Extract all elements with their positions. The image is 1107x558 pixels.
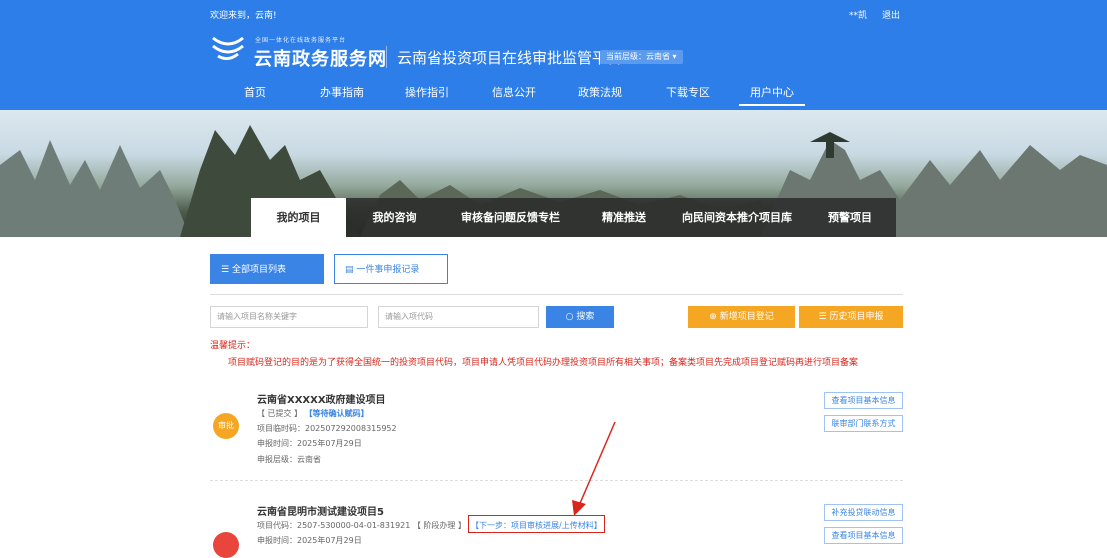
level-label: 当前层级：	[606, 52, 646, 61]
one-thing-label: 一件事申报记录	[356, 265, 420, 275]
project-divider	[210, 480, 903, 481]
tab-warning[interactable]: 预警项目	[804, 198, 896, 237]
main-nav: 首页 办事指南 操作指引 信息公开 政策法规 下载专区 用户中心	[0, 84, 1107, 108]
dept-contact-button[interactable]: 联审部门联系方式	[824, 415, 903, 432]
tab-push[interactable]: 精准推送	[578, 198, 670, 237]
nav-download[interactable]: 下载专区	[666, 84, 710, 100]
status-awaiting: 【等待确认赋码】	[304, 409, 369, 418]
document-icon: ▤	[345, 265, 354, 275]
project-name-input[interactable]: 请输入项目名称关键字	[210, 306, 368, 328]
new-project-label: 新增项目登记	[719, 312, 774, 322]
search-icon: ○	[565, 312, 574, 322]
project-title[interactable]: 云南省XXXXX政府建设项目	[257, 391, 386, 406]
history-project-button[interactable]: ☰ 历史项目申报	[799, 306, 903, 328]
project-code: 项目代码：2507-530000-04-01-831921 【 阶段办理 】	[257, 521, 466, 530]
tip-body: 项目赋码登记的目的是为了获得全国统一的投资项目代码，项目申请人凭项目代码办理投资…	[228, 358, 859, 368]
chevron-down-icon: ▾	[672, 52, 677, 61]
nav-info[interactable]: 信息公开	[492, 84, 536, 100]
tab-my-consult[interactable]: 我的咨询	[346, 198, 443, 237]
view-project-info-button[interactable]: 查看项目基本信息	[824, 527, 903, 544]
new-project-button[interactable]: ⊕ 新增项目登记	[688, 306, 795, 328]
view-project-info-button[interactable]: 查看项目基本信息	[824, 392, 903, 409]
temp-code: 项目临时码：202507292008315952	[257, 424, 397, 433]
one-thing-button[interactable]: ▤ 一件事申报记录	[334, 254, 448, 284]
nav-guide[interactable]: 办事指南	[320, 84, 364, 100]
history-project-label: 历史项目申报	[829, 312, 884, 322]
tab-my-projects[interactable]: 我的项目	[251, 198, 346, 237]
status-badge: 审批	[213, 413, 239, 439]
project-status: 【 已提交 】 【等待确认赋码】	[257, 408, 369, 419]
apply-time: 申报时间：2025年07月29日	[257, 536, 362, 545]
tip-title: 温馨提示：	[210, 341, 256, 351]
apply-level: 申报层级：云南省	[257, 455, 321, 464]
slogan: 全国一体化在线政务服务平台	[255, 37, 347, 44]
divider	[210, 294, 903, 295]
level-selector[interactable]: 当前层级：云南省 ▾	[600, 50, 683, 64]
status-badge	[213, 532, 239, 558]
nav-active-indicator	[739, 104, 805, 106]
welcome-text: 欢迎来到，云南!	[210, 11, 277, 21]
header-divider	[386, 46, 387, 68]
project-title[interactable]: 云南省昆明市测试建设项目5	[257, 503, 384, 518]
nav-user-center[interactable]: 用户中心	[750, 84, 794, 100]
platform-name: 云南省投资项目在线审批监管平台	[397, 49, 623, 67]
logout-link[interactable]: 退出	[882, 8, 900, 21]
nav-operation[interactable]: 操作指引	[405, 84, 449, 100]
tab-private-capital[interactable]: 向民间资本推介项目库	[670, 198, 804, 237]
annotation-arrow-icon	[572, 421, 616, 516]
all-projects-button[interactable]: ☰ 全部项目列表	[210, 254, 324, 284]
plus-icon: ⊕	[709, 312, 717, 322]
search-label: 搜索	[576, 312, 595, 322]
project-tabs: 我的项目 我的咨询 审核备问题反馈专栏 精准推送 向民间资本推介项目库 预警项目	[0, 198, 1107, 237]
logo-icon	[212, 36, 244, 61]
list-icon: ☰	[818, 312, 827, 322]
level-value: 云南省	[646, 52, 670, 61]
nav-policy[interactable]: 政策法规	[578, 84, 622, 100]
project-code-input[interactable]: 请输入项代码	[378, 306, 539, 328]
nav-home[interactable]: 首页	[244, 84, 266, 100]
user-name[interactable]: **凯	[849, 8, 867, 21]
list-icon: ☰	[221, 265, 230, 275]
all-projects-label: 全部项目列表	[231, 265, 286, 275]
search-button[interactable]: ○ 搜索	[546, 306, 614, 328]
status-submitted: 【 已提交 】	[257, 409, 303, 418]
site-name: 云南政务服务网	[254, 49, 387, 70]
tab-feedback[interactable]: 审核备问题反馈专栏	[443, 198, 578, 237]
apply-time: 申报时间：2025年07月29日	[257, 439, 362, 448]
header-bar: 欢迎来到，云南! **凯 退出 全国一体化在线政务服务平台 云南政务服务网 云南…	[0, 0, 1107, 110]
supplement-info-button[interactable]: 补充投贷联动信息	[824, 504, 903, 521]
